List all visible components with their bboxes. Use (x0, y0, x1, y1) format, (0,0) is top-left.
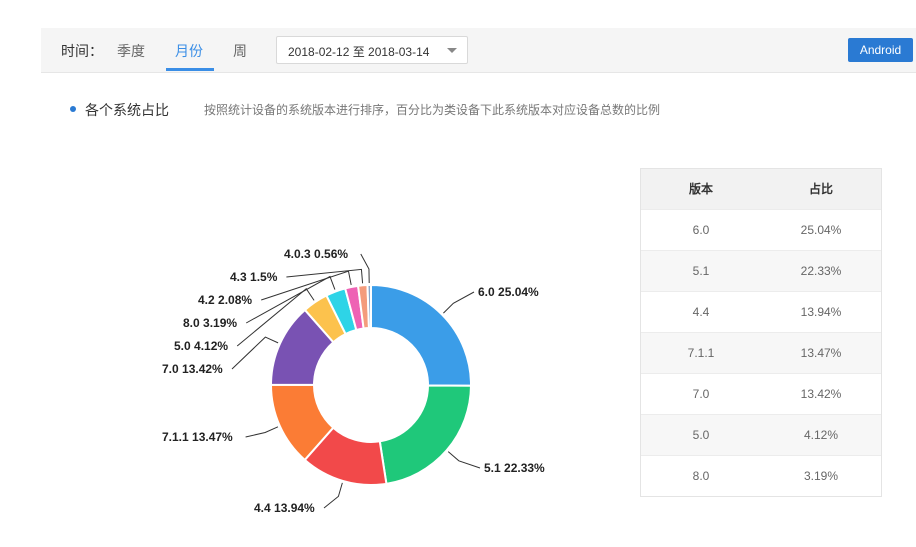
cell-version: 6.0 (692, 223, 710, 237)
table-row: 5.1 22.33% (641, 251, 881, 292)
table-row: 7.1.1 13.47% (641, 333, 881, 374)
leader-line-7.0 (231, 336, 279, 370)
donut-slice-5.1[interactable] (378, 384, 473, 485)
leader-line-5.1 (447, 451, 481, 469)
table-row: 8.0 3.19% (641, 456, 881, 496)
slice-label-7.1.1: 7.1.1 13.47% (162, 430, 233, 444)
version-share-table: 版本 占比 6.0 25.04% 5.1 22.33% 4.4 13.94% 7… (640, 168, 882, 497)
cell-share: 13.94% (800, 305, 842, 319)
cell-share: 13.42% (800, 387, 842, 401)
cell-share: 25.04% (800, 223, 842, 237)
table-header-row: 版本 占比 (641, 169, 881, 210)
table-row: 6.0 25.04% (641, 210, 881, 251)
slice-label-4.3: 4.3 1.5% (230, 270, 278, 284)
cell-share: 13.47% (800, 346, 842, 360)
donut-slice-4.0.3[interactable] (366, 283, 372, 330)
leader-line-7.1.1 (245, 426, 279, 438)
slice-label-6.0: 6.0 25.04% (478, 285, 539, 299)
cell-version: 7.1.1 (687, 346, 715, 360)
slice-label-5.0: 5.0 4.12% (174, 339, 228, 353)
cell-version: 8.0 (692, 469, 710, 483)
cell-share: 3.19% (803, 469, 839, 483)
leader-line-4.3 (286, 268, 364, 284)
slice-label-4.2: 4.2 2.08% (198, 293, 252, 307)
slice-label-5.1: 5.1 22.33% (484, 461, 545, 475)
leader-line-4.4 (323, 482, 343, 509)
cell-version: 5.0 (692, 428, 710, 442)
header-version: 版本 (688, 182, 713, 196)
table-row: 5.0 4.12% (641, 415, 881, 456)
leader-line-6.0 (443, 291, 475, 314)
slice-label-8.0: 8.0 3.19% (183, 316, 237, 330)
cell-version: 5.1 (692, 264, 710, 278)
slice-label-4.0.3: 4.0.3 0.56% (284, 247, 348, 261)
cell-share: 22.33% (800, 264, 842, 278)
cell-share: 4.12% (803, 428, 839, 442)
table-row: 7.0 13.42% (641, 374, 881, 415)
slice-label-7.0: 7.0 13.42% (162, 362, 223, 376)
cell-version: 7.0 (692, 387, 710, 401)
cell-version: 4.4 (692, 305, 710, 319)
table-row: 4.4 13.94% (641, 292, 881, 333)
donut-slice-6.0[interactable] (370, 283, 472, 387)
header-share: 占比 (808, 182, 833, 196)
slice-label-4.4: 4.4 13.94% (254, 501, 315, 515)
